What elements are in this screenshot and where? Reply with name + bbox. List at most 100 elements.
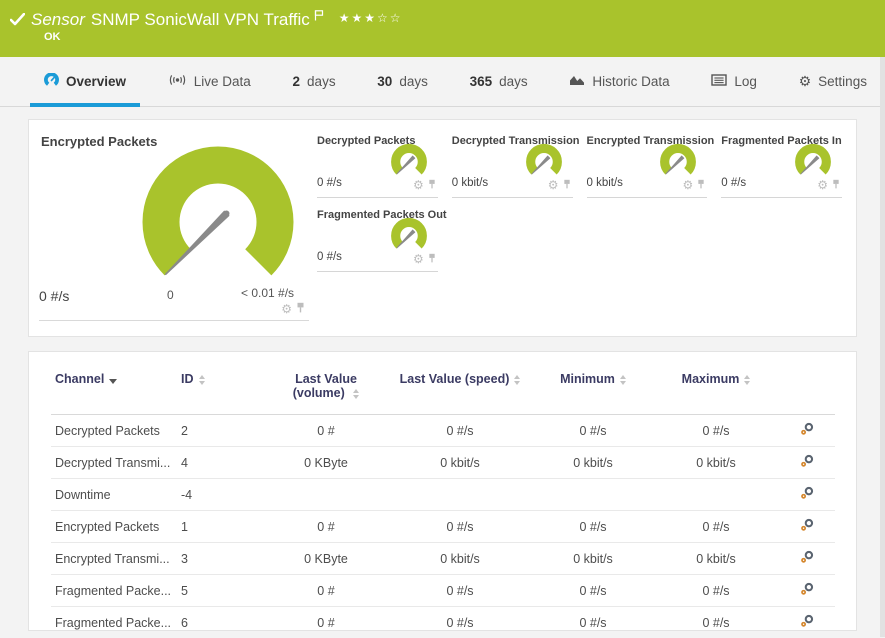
log-list-icon	[711, 74, 727, 89]
cell-min	[533, 479, 653, 511]
column-header-last-value-volume[interactable]: Last Value (volume)	[265, 356, 387, 415]
gear-icon: ⚙	[799, 74, 812, 90]
cell-channel: Encrypted Packets	[51, 511, 177, 543]
tab-365-days-unit: days	[499, 74, 528, 89]
table-row: Downtime -4	[51, 479, 835, 511]
gauge-icon	[44, 73, 59, 90]
priority-stars[interactable]: ★★★☆☆	[339, 11, 403, 25]
cell-speed: 0 kbit/s	[387, 447, 533, 479]
sort-icon	[620, 375, 626, 385]
tab-overview-label: Overview	[66, 74, 126, 89]
channel-settings-icon[interactable]	[800, 489, 815, 503]
cell-max: 0 #/s	[653, 415, 779, 447]
mini-gauge-value: 0 kbit/s	[452, 177, 488, 189]
sort-icon	[353, 389, 359, 399]
mini-gauge-value: 0 #/s	[721, 177, 746, 189]
column-header-actions	[779, 356, 835, 415]
mini-gauge-dial	[519, 139, 569, 183]
mini-gauge-encrypted-transmission: Encrypted Transmission 0 kbit/s ⚙	[587, 132, 708, 198]
table-row: Fragmented Packe... 5 0 # 0 #/s 0 #/s 0 …	[51, 575, 835, 607]
mini-gauge-fragmented-packets-in: Fragmented Packets In 0 #/s ⚙	[721, 132, 842, 198]
cell-id: 2	[177, 415, 265, 447]
cell-channel: Fragmented Packe...	[51, 607, 177, 638]
cell-max	[653, 479, 779, 511]
cell-id: 3	[177, 543, 265, 575]
gauges-panel: Encrypted Packets 0 < 0.01 #/s 0 #/s ⚙	[28, 119, 857, 337]
status-badge: OK	[44, 31, 61, 43]
channel-gear-icon[interactable]: ⚙	[281, 303, 292, 315]
cell-speed: 0 #/s	[387, 575, 533, 607]
tab-historic-data[interactable]: Historic Data	[555, 57, 683, 106]
cell-min: 0 kbit/s	[533, 447, 653, 479]
priority-flag-icon[interactable]	[314, 8, 325, 26]
cell-max: 0 kbit/s	[653, 543, 779, 575]
divider	[39, 320, 309, 321]
cell-min: 0 #/s	[533, 575, 653, 607]
cell-max: 0 kbit/s	[653, 447, 779, 479]
cell-volume: 0 KByte	[265, 447, 387, 479]
stars-filled: ★★★	[339, 11, 377, 25]
column-header-channel[interactable]: Channel	[51, 356, 177, 415]
cell-volume: 0 #	[265, 415, 387, 447]
mini-gauge-fragmented-packets-out: Fragmented Packets Out 0 #/s ⚙	[317, 206, 438, 272]
cell-id: -4	[177, 479, 265, 511]
channel-settings-icon[interactable]	[800, 553, 815, 567]
cell-speed	[387, 479, 533, 511]
mini-gauge-decrypted-transmission: Decrypted Transmission 0 kbit/s ⚙	[452, 132, 573, 198]
column-header-last-value-speed[interactable]: Last Value (speed)	[387, 356, 533, 415]
cell-max: 0 #/s	[653, 511, 779, 543]
channel-settings-icon[interactable]	[800, 457, 815, 471]
cell-channel: Encrypted Transmi...	[51, 543, 177, 575]
cell-channel: Fragmented Packe...	[51, 575, 177, 607]
cell-max: 0 #/s	[653, 575, 779, 607]
cell-min: 0 #/s	[533, 511, 653, 543]
cell-max: 0 #/s	[653, 607, 779, 638]
tab-2-days[interactable]: 2 days	[279, 57, 350, 106]
pin-icon[interactable]	[296, 300, 305, 318]
cell-speed: 0 #/s	[387, 415, 533, 447]
tab-live-data-label: Live Data	[194, 74, 251, 89]
mini-gauge-value: 0 #/s	[317, 177, 342, 189]
cell-volume: 0 #	[265, 607, 387, 638]
tab-30-days-unit: days	[399, 74, 428, 89]
tab-30-days-number: 30	[377, 74, 392, 89]
channel-settings-icon[interactable]	[800, 585, 815, 599]
empty-cell	[587, 206, 708, 272]
cell-channel: Decrypted Packets	[51, 415, 177, 447]
channel-settings-icon[interactable]	[800, 521, 815, 535]
mini-gauge-value: 0 #/s	[317, 251, 342, 263]
channel-settings-icon[interactable]	[800, 617, 815, 631]
channel-settings-icon[interactable]	[800, 425, 815, 439]
tab-365-days[interactable]: 365 days	[456, 57, 542, 106]
main-gauge-value: 0 #/s	[39, 288, 69, 304]
table-row: Encrypted Transmi... 3 0 KByte 0 kbit/s …	[51, 543, 835, 575]
cell-volume: 0 KByte	[265, 543, 387, 575]
page-title: SNMP SonicWall VPN Traffic	[91, 10, 310, 30]
tab-30-days[interactable]: 30 days	[363, 57, 442, 106]
main-gauge-encrypted-packets: Encrypted Packets 0 < 0.01 #/s 0 #/s ⚙	[29, 120, 317, 338]
tab-log[interactable]: Log	[697, 57, 771, 106]
tab-settings[interactable]: ⚙ Settings	[785, 57, 881, 106]
empty-cell	[721, 206, 842, 272]
sort-desc-icon	[109, 379, 117, 384]
mini-gauge-dial	[653, 139, 703, 183]
mini-gauges-grid: Decrypted Packets 0 #/s ⚙ Decrypted Tran…	[317, 132, 842, 272]
mini-gauge-decrypted-packets: Decrypted Packets 0 #/s ⚙	[317, 132, 438, 198]
tab-live-data[interactable]: Live Data	[154, 57, 265, 106]
cell-speed: 0 #/s	[387, 607, 533, 638]
gauge-scale-min: 0	[167, 288, 174, 302]
cell-id: 1	[177, 511, 265, 543]
cell-min: 0 #/s	[533, 415, 653, 447]
tab-2-days-number: 2	[293, 74, 301, 89]
gauge-scale-max: < 0.01 #/s	[241, 286, 294, 300]
cell-volume: 0 #	[265, 511, 387, 543]
scrollbar-track[interactable]	[880, 57, 885, 637]
tab-overview[interactable]: Overview	[30, 57, 140, 106]
cell-channel: Downtime	[51, 479, 177, 511]
cell-id: 6	[177, 607, 265, 638]
column-header-id[interactable]: ID	[177, 356, 265, 415]
column-header-maximum[interactable]: Maximum	[653, 356, 779, 415]
area-chart-icon	[569, 74, 585, 89]
column-header-minimum[interactable]: Minimum	[533, 356, 653, 415]
channels-panel: Channel ID Last Value (volume) Last Valu…	[28, 351, 857, 631]
